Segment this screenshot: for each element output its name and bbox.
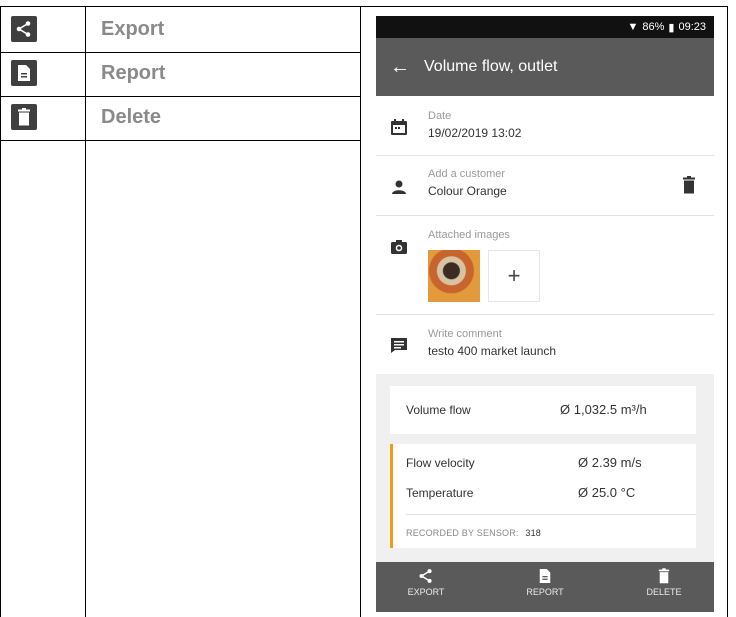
wifi-icon: ▼ — [627, 21, 639, 33]
sensor-label: RECORDED BY SENSOR: 318 — [406, 528, 541, 538]
trash-icon — [658, 568, 670, 584]
delete-customer-icon[interactable] — [682, 176, 696, 194]
app-bar: ← Volume flow, outlet — [376, 38, 714, 96]
export-button[interactable]: EXPORT — [386, 568, 466, 597]
person-icon — [390, 178, 410, 198]
report-label: REPORT — [526, 587, 564, 597]
table-border — [360, 6, 361, 617]
delete-label: DELETE — [646, 587, 682, 597]
status-bar: ▼ 86% ▮ 09:23 — [376, 16, 714, 38]
flow-velocity-label: Flow velocity — [406, 456, 475, 470]
volume-flow-value: Ø 1,032.5 m³/h — [560, 402, 647, 417]
date-value[interactable]: 19/02/2019 13:02 — [428, 126, 521, 140]
images-caption: Attached images — [428, 229, 510, 241]
report-icon — [11, 60, 37, 86]
temperature-label: Temperature — [406, 486, 474, 500]
phone-screen: ▼ 86% ▮ 09:23 ← Volume flow, outlet Date… — [376, 16, 714, 612]
row-label-delete: Delete — [101, 106, 162, 128]
share-icon — [11, 16, 37, 42]
table-border — [0, 96, 361, 97]
battery-icon: ▮ — [668, 21, 675, 34]
row-label-export: Export — [101, 18, 165, 40]
info-card: Date 19/02/2019 13:02 Add a customer Col… — [376, 96, 714, 374]
comment-icon — [390, 336, 410, 356]
temperature-value: Ø 25.0 °C — [578, 485, 636, 500]
table-border — [727, 6, 728, 617]
volume-flow-card: Volume flow Ø 1,032.5 m³/h — [390, 386, 696, 434]
add-image-button[interactable]: + — [488, 250, 540, 302]
report-button[interactable]: REPORT — [505, 568, 585, 597]
divider — [406, 514, 696, 515]
attached-image-thumbnail[interactable] — [428, 250, 480, 302]
report-icon — [539, 569, 551, 583]
table-border — [85, 6, 86, 617]
volume-flow-label: Volume flow — [406, 403, 471, 417]
date-caption: Date — [428, 110, 452, 122]
comment-value[interactable]: testo 400 market launch — [428, 344, 556, 358]
delete-button[interactable]: DELETE — [624, 568, 704, 597]
share-icon — [419, 569, 432, 583]
table-border — [0, 140, 361, 141]
row-label-report: Report — [101, 62, 166, 84]
trash-icon — [11, 104, 37, 130]
clock: 09:23 — [678, 21, 706, 33]
export-label: EXPORT — [407, 587, 445, 597]
bottom-action-bar: EXPORT REPORT DELETE — [376, 562, 714, 612]
table-border — [0, 6, 728, 7]
divider — [376, 155, 714, 156]
page-title: Volume flow, outlet — [424, 58, 558, 75]
customer-value[interactable]: Colour Orange — [428, 184, 507, 198]
sensor-card: Flow velocity Ø 2.39 m/s Temperature Ø 2… — [390, 444, 696, 548]
calendar-icon — [390, 118, 410, 138]
customer-caption: Add a customer — [428, 168, 506, 180]
accent-bar — [390, 444, 393, 548]
table-border — [0, 6, 1, 617]
comment-caption: Write comment — [428, 328, 502, 340]
sensor-id: 318 — [525, 528, 541, 538]
sensor-caption: RECORDED BY SENSOR: — [406, 528, 519, 538]
flow-velocity-value: Ø 2.39 m/s — [578, 455, 642, 470]
divider — [376, 215, 714, 216]
divider — [376, 314, 714, 315]
back-arrow-icon[interactable]: ← — [376, 56, 424, 79]
table-border — [0, 52, 361, 53]
image-strip: + — [376, 250, 714, 302]
battery-level: 86% — [642, 21, 665, 33]
